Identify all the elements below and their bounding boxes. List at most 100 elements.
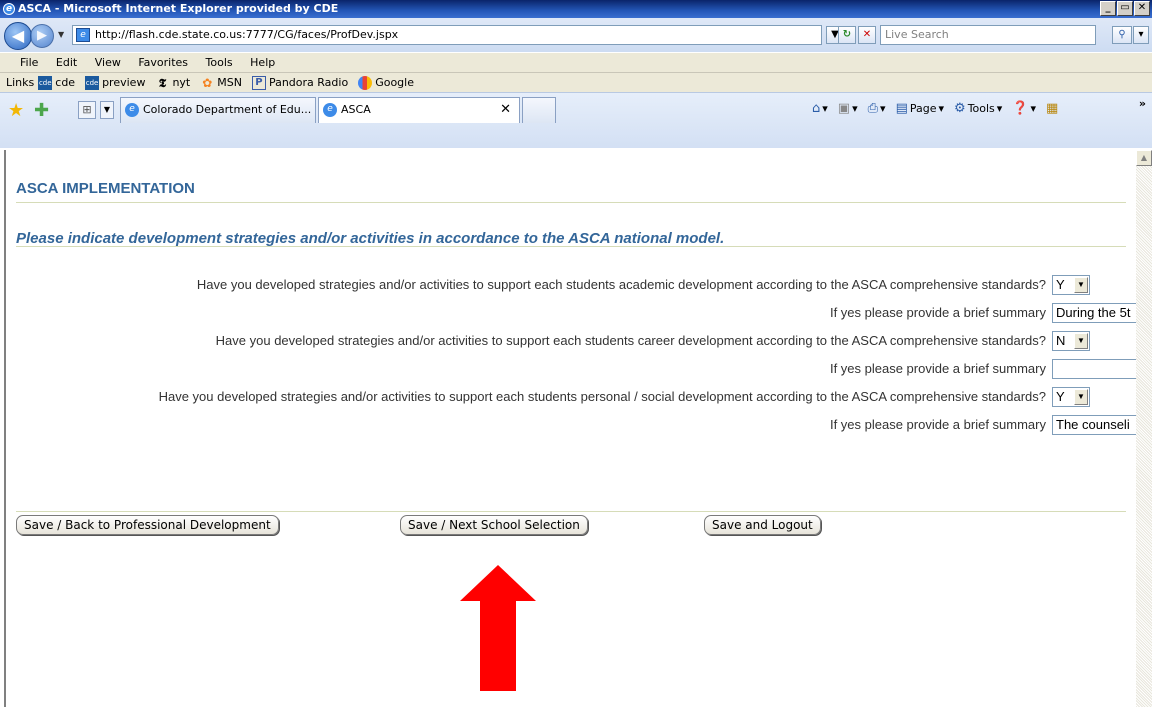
address-bar[interactable]: e http://flash.cde.state.co.us:7777/CG/f… xyxy=(72,25,822,45)
divider xyxy=(16,511,1126,512)
gear-icon: ⚙ xyxy=(954,101,966,116)
page-content: ASCA IMPLEMENTATION Please indicate deve… xyxy=(4,150,1136,707)
research-button[interactable]: ▦ xyxy=(1046,101,1058,116)
ie-page-icon: e xyxy=(125,103,139,117)
save-next-button[interactable]: Save / Next School Selection xyxy=(400,515,588,535)
academic-answer-select[interactable]: Y ▼ xyxy=(1052,275,1090,295)
cde-icon: cde xyxy=(38,75,53,90)
link-google[interactable]: Google xyxy=(358,75,414,90)
home-button[interactable]: ⌂ ▾ xyxy=(812,101,828,116)
feeds-icon: ▣ xyxy=(837,101,851,116)
close-window-button[interactable]: ✕ xyxy=(1134,1,1150,16)
command-bar: ⌂ ▾ ▣ ▾ ⎙ ▾ ▤ Page ▾ ⚙ Tools ▾ ❓ ▾ ▦ xyxy=(812,101,1058,116)
link-label: nyt xyxy=(172,76,191,89)
ie-page-icon: e xyxy=(323,103,337,117)
tab-bar: ★ ✚ ⊞ ▼ e Colorado Department of Edu... … xyxy=(0,92,1152,148)
vertical-scrollbar[interactable]: ▲ xyxy=(1136,150,1152,707)
page-icon: ▤ xyxy=(895,101,908,116)
new-tab-button[interactable] xyxy=(522,97,556,123)
select-value: Y xyxy=(1056,277,1065,292)
links-bar: Links cde cde cde preview 𝕿nyt ✿ MSN P Pando… xyxy=(0,72,1152,92)
save-logout-button[interactable]: Save and Logout xyxy=(704,515,821,535)
menu-tools[interactable]: Tools xyxy=(199,53,240,73)
back-button[interactable]: ◀ xyxy=(4,22,32,50)
add-favorite-icon[interactable]: ✚ xyxy=(34,100,49,121)
menu-view[interactable]: View xyxy=(88,53,128,73)
menu-file[interactable]: File xyxy=(0,53,45,73)
stop-icon[interactable]: ✕ xyxy=(858,26,876,44)
menu-help[interactable]: Help xyxy=(243,53,282,73)
tab-label: Colorado Department of Edu... xyxy=(143,103,312,116)
print-icon: ⎙ xyxy=(867,101,879,116)
tab-colorado-department[interactable]: e Colorado Department of Edu... xyxy=(120,97,316,123)
search-input[interactable]: Live Search xyxy=(880,25,1096,45)
cde-icon: cde xyxy=(85,75,100,90)
tab-asca[interactable]: e ASCA ✕ xyxy=(318,97,520,123)
academic-summary-input[interactable]: During the 5t xyxy=(1052,303,1136,323)
divider xyxy=(16,246,1126,247)
ie-logo-icon: e xyxy=(3,3,15,15)
help-icon: ❓ xyxy=(1012,101,1029,116)
divider xyxy=(16,202,1126,203)
window-controls: _ ▭ ✕ xyxy=(1100,1,1150,16)
link-nyt[interactable]: 𝕿nyt xyxy=(155,76,190,90)
select-value: Y xyxy=(1056,389,1065,404)
page-title: ASCA IMPLEMENTATION xyxy=(16,180,195,197)
summary-label-academic: If yes please provide a brief summary xyxy=(829,305,1046,320)
address-url: http://flash.cde.state.co.us:7777/CG/fac… xyxy=(95,28,399,41)
link-label: preview xyxy=(102,76,146,89)
tools-menu-button[interactable]: ⚙ Tools ▾ xyxy=(954,101,1002,116)
print-button[interactable]: ⎙ ▾ xyxy=(868,101,886,116)
address-toolbar: ◀ ▶ ▼ e http://flash.cde.state.co.us:777… xyxy=(0,18,1152,52)
page-menu-button[interactable]: ▤ Page ▾ xyxy=(896,101,944,116)
page-icon: e xyxy=(76,28,90,42)
quick-tabs-icon[interactable]: ⊞ xyxy=(78,101,96,119)
msn-butterfly-icon: ✿ xyxy=(202,75,213,90)
links-label: Links xyxy=(6,76,35,89)
menu-edit[interactable]: Edit xyxy=(49,53,84,73)
link-pandora[interactable]: P Pandora Radio xyxy=(251,75,349,90)
search-icon[interactable]: ⚲ xyxy=(1112,26,1132,44)
link-label: Pandora Radio xyxy=(268,76,349,89)
window-title: ASCA - Microsoft Internet Explorer provi… xyxy=(18,2,339,15)
refresh-icon[interactable]: ↻ xyxy=(838,26,856,44)
question-personal-social: Have you developed strategies and/or act… xyxy=(158,389,1046,404)
feeds-button[interactable]: ▣ ▾ xyxy=(838,101,858,116)
personal-social-summary-input[interactable]: The counseli xyxy=(1052,415,1136,435)
summary-label-personal-social: If yes please provide a brief summary xyxy=(829,417,1046,432)
minimize-button[interactable]: _ xyxy=(1100,1,1116,16)
tools-menu-label: Tools xyxy=(967,102,995,115)
favorites-star-icon[interactable]: ★ xyxy=(8,100,24,121)
forward-button[interactable]: ▶ xyxy=(30,24,54,48)
link-cde[interactable]: cde cde xyxy=(38,75,76,90)
search-placeholder: Live Search xyxy=(885,28,949,41)
link-preview[interactable]: cde preview xyxy=(85,75,146,90)
chevron-down-icon: ▼ xyxy=(1074,389,1088,405)
red-arrow-annotation xyxy=(460,565,536,691)
menu-favorites[interactable]: Favorites xyxy=(131,53,195,73)
career-summary-input[interactable] xyxy=(1052,359,1136,379)
pandora-icon: P xyxy=(251,75,266,90)
link-msn[interactable]: ✿ MSN xyxy=(200,76,242,90)
search-options-dropdown[interactable]: ▾ xyxy=(1133,26,1149,44)
menu-bar: File Edit View Favorites Tools Help xyxy=(0,52,1152,72)
help-button[interactable]: ❓ ▾ xyxy=(1012,101,1036,116)
question-career: Have you developed strategies and/or act… xyxy=(215,333,1046,348)
summary-label-career: If yes please provide a brief summary xyxy=(829,361,1046,376)
restore-button[interactable]: ▭ xyxy=(1117,1,1133,16)
close-tab-icon[interactable]: ✕ xyxy=(500,98,511,122)
page-menu-label: Page xyxy=(909,102,937,115)
career-answer-select[interactable]: N ▼ xyxy=(1052,331,1090,351)
scroll-up-arrow-icon[interactable]: ▲ xyxy=(1136,150,1152,166)
tab-list-dropdown[interactable]: ▼ xyxy=(100,101,114,119)
history-dropdown-icon[interactable]: ▼ xyxy=(58,30,64,39)
personal-social-answer-select[interactable]: Y ▼ xyxy=(1052,387,1090,407)
question-academic: Have you developed strategies and/or act… xyxy=(196,277,1046,292)
link-label: cde xyxy=(55,76,76,89)
tab-label: ASCA xyxy=(341,103,371,116)
chevron-down-icon: ▼ xyxy=(1074,333,1088,349)
select-value: N xyxy=(1056,333,1066,348)
research-icon: ▦ xyxy=(1046,101,1059,116)
chevron-more-icon[interactable]: » xyxy=(1139,97,1146,110)
save-back-button[interactable]: Save / Back to Professional Development xyxy=(16,515,279,535)
